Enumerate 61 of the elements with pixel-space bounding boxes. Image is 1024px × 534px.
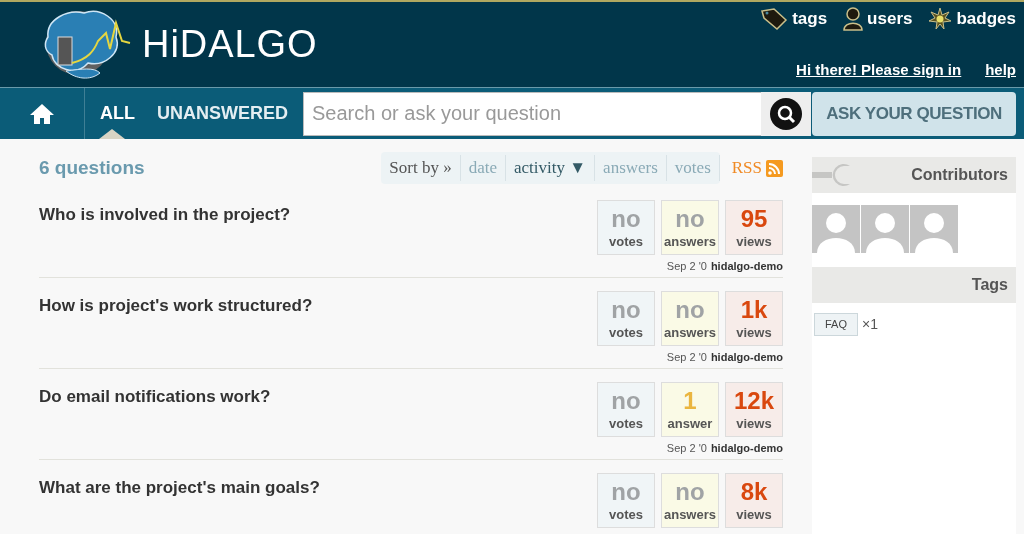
- author-link[interactable]: hidalgo-demo: [710, 440, 783, 457]
- home-icon[interactable]: [29, 102, 55, 125]
- sort-option[interactable]: activity ▼: [506, 155, 596, 181]
- stat-value: no: [675, 298, 705, 322]
- help-link[interactable]: help: [985, 58, 1016, 81]
- stat-label: votes: [609, 508, 643, 521]
- stat-value: no: [675, 480, 705, 504]
- tags-title: Tags: [971, 275, 1008, 295]
- contributors-title: Contributors: [911, 165, 1008, 185]
- question-date: Sep 2 '0: [666, 350, 707, 365]
- search-field[interactable]: Search or ask your question: [303, 91, 761, 136]
- stat-label: answers: [663, 326, 716, 339]
- badge-icon: [928, 6, 953, 31]
- logo-text: HiDALGO: [142, 22, 318, 67]
- question-title[interactable]: What are the project's main goals?: [39, 473, 320, 534]
- author-link[interactable]: hidalgo-demo: [710, 258, 783, 275]
- stat-value: no: [675, 207, 705, 231]
- stat-value: no: [611, 207, 641, 231]
- author-link[interactable]: hidalgo-demo: [710, 349, 783, 366]
- stat-label: views: [736, 417, 772, 430]
- stat-value: 1: [683, 389, 697, 413]
- stat-value: 1k: [740, 298, 768, 322]
- stat-value: no: [611, 389, 641, 413]
- header-link[interactable]: tags: [760, 6, 828, 32]
- nav-tab[interactable]: UNANSWERED: [157, 100, 288, 127]
- search-icon[interactable]: [761, 91, 811, 136]
- stat-label: votes: [609, 326, 643, 339]
- avatar[interactable]: [812, 205, 860, 253]
- stat-label: votes: [609, 417, 643, 430]
- tag-chip[interactable]: FAQ: [814, 313, 858, 336]
- tag-count: ×1: [862, 314, 878, 334]
- header-link[interactable]: users: [843, 6, 913, 32]
- header-link[interactable]: badges: [928, 6, 1016, 32]
- stat-value: 95: [740, 207, 768, 231]
- question-date: Sep 2 '0: [666, 441, 707, 456]
- stat-label: votes: [609, 235, 643, 248]
- stat-value: no: [611, 298, 641, 322]
- avatar[interactable]: [910, 205, 958, 253]
- stat-value: 8k: [740, 480, 768, 504]
- stat-label: answers: [663, 235, 716, 248]
- stat-value: 12k: [733, 389, 774, 413]
- question-title[interactable]: Do email notifications work?: [39, 382, 271, 459]
- user-icon: [843, 6, 864, 31]
- question-count: 6 questions: [39, 155, 145, 180]
- ask-question-button[interactable]: ASK YOUR QUESTION: [812, 91, 1016, 136]
- stat-value: no: [611, 480, 641, 504]
- question-date: Sep 2 '0: [666, 259, 707, 274]
- question-title[interactable]: How is project's work structured?: [39, 291, 313, 368]
- sort-label: Sort by »: [381, 155, 461, 181]
- avatar[interactable]: [861, 205, 909, 253]
- stat-label: answers: [663, 508, 716, 521]
- stat-label: views: [736, 235, 772, 248]
- stat-label: views: [736, 508, 772, 521]
- sign-in-link[interactable]: Hi there! Please sign in: [796, 58, 962, 81]
- question-title[interactable]: Who is involved in the project?: [39, 200, 291, 277]
- nav-tab[interactable]: ALL: [100, 100, 135, 127]
- stat-label: views: [736, 326, 772, 339]
- tag-icon: [760, 7, 789, 30]
- rss-icon: [766, 159, 783, 177]
- wrench-icon: [812, 162, 852, 188]
- stat-label: answer: [667, 417, 713, 430]
